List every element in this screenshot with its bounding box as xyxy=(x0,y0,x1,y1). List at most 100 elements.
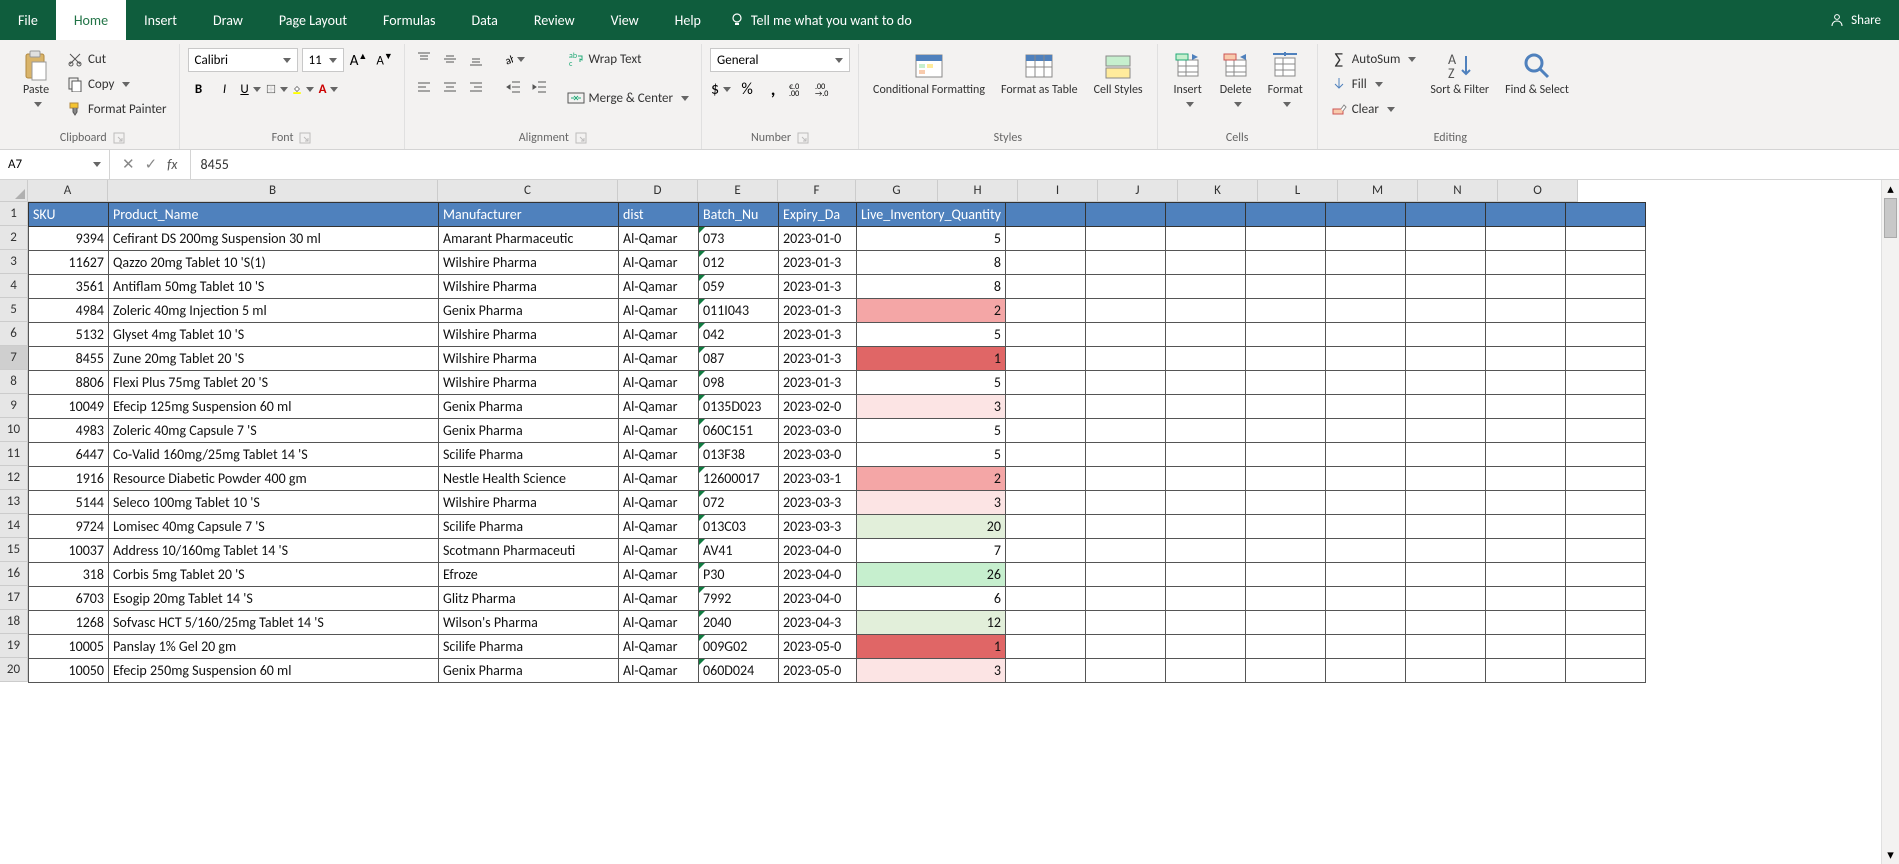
decrease-decimal-button[interactable]: .00→.0 xyxy=(814,78,836,100)
cell[interactable] xyxy=(1005,275,1085,299)
cell[interactable] xyxy=(1325,323,1405,347)
cell[interactable] xyxy=(1405,659,1485,683)
cell[interactable] xyxy=(1085,251,1165,275)
increase-indent-button[interactable] xyxy=(529,76,551,98)
spreadsheet-grid[interactable]: ABCDEFGHIJKLMNO 123456789101112131415161… xyxy=(0,180,1899,864)
bold-button[interactable]: B xyxy=(188,78,210,100)
cell[interactable] xyxy=(1005,659,1085,683)
column-header[interactable]: F xyxy=(778,180,856,202)
cell[interactable]: 26 xyxy=(857,563,1006,587)
cell-styles-button[interactable]: Cell Styles xyxy=(1088,48,1149,100)
currency-button[interactable]: $ xyxy=(710,78,732,100)
increase-font-button[interactable]: A▲ xyxy=(348,49,370,71)
cell[interactable] xyxy=(1165,587,1245,611)
fill-color-button[interactable] xyxy=(292,78,314,100)
cell[interactable] xyxy=(1245,347,1325,371)
cell[interactable]: 1268 xyxy=(29,611,109,635)
cell[interactable]: Wilshire Pharma xyxy=(439,491,619,515)
cell[interactable] xyxy=(1085,587,1165,611)
cell[interactable]: Wilshire Pharma xyxy=(439,323,619,347)
row-header[interactable]: 12 xyxy=(0,466,28,490)
cell[interactable]: 1 xyxy=(857,347,1006,371)
row-header[interactable]: 16 xyxy=(0,562,28,586)
cell[interactable]: Zune 20mg Tablet 20 'S xyxy=(109,347,439,371)
cell[interactable] xyxy=(1245,491,1325,515)
cell[interactable] xyxy=(1085,347,1165,371)
cell[interactable] xyxy=(1085,443,1165,467)
cell[interactable] xyxy=(1565,443,1645,467)
cell[interactable]: 8 xyxy=(857,251,1006,275)
cell[interactable] xyxy=(1565,563,1645,587)
cell[interactable]: 2023-02-0 xyxy=(779,395,857,419)
cell[interactable]: Al-Qamar xyxy=(619,419,699,443)
cell[interactable]: Al-Qamar xyxy=(619,395,699,419)
cell[interactable]: Wilshire Pharma xyxy=(439,275,619,299)
cell[interactable]: Cefirant DS 200mg Suspension 30 ml xyxy=(109,227,439,251)
cell[interactable] xyxy=(1565,395,1645,419)
align-bottom-button[interactable] xyxy=(465,48,487,70)
align-left-button[interactable] xyxy=(413,76,435,98)
cell[interactable] xyxy=(1245,323,1325,347)
cell[interactable] xyxy=(1165,275,1245,299)
cell[interactable]: 5132 xyxy=(29,323,109,347)
cell[interactable] xyxy=(1485,563,1565,587)
cell[interactable]: 2 xyxy=(857,299,1006,323)
cell[interactable]: Scilife Pharma xyxy=(439,443,619,467)
cell[interactable] xyxy=(1005,299,1085,323)
cell[interactable]: 7 xyxy=(857,539,1006,563)
cell[interactable] xyxy=(1085,323,1165,347)
cell[interactable]: 0135D023 xyxy=(699,395,779,419)
cell[interactable] xyxy=(1485,395,1565,419)
cell[interactable] xyxy=(1005,251,1085,275)
cell[interactable]: 073 xyxy=(699,227,779,251)
cell[interactable] xyxy=(1165,491,1245,515)
cell[interactable]: 10049 xyxy=(29,395,109,419)
cell[interactable]: 2 xyxy=(857,467,1006,491)
column-header[interactable]: B xyxy=(108,180,438,202)
cell[interactable] xyxy=(1405,347,1485,371)
cell[interactable]: Al-Qamar xyxy=(619,227,699,251)
cell[interactable] xyxy=(1565,611,1645,635)
cell[interactable]: 10037 xyxy=(29,539,109,563)
cell[interactable] xyxy=(1165,371,1245,395)
cell[interactable] xyxy=(1565,539,1645,563)
underline-button[interactable]: U xyxy=(240,78,262,100)
cell[interactable]: 013C03 xyxy=(699,515,779,539)
cell[interactable]: 2023-01-0 xyxy=(779,227,857,251)
cell[interactable]: 2023-01-3 xyxy=(779,347,857,371)
cell[interactable]: 059 xyxy=(699,275,779,299)
header-cell[interactable]: Live_Inventory_Quantity xyxy=(857,203,1006,227)
cell[interactable]: 4984 xyxy=(29,299,109,323)
cell[interactable]: Al-Qamar xyxy=(619,659,699,683)
header-cell[interactable] xyxy=(1325,203,1405,227)
cell[interactable]: Panslay 1% Gel 20 gm xyxy=(109,635,439,659)
cell[interactable] xyxy=(1245,539,1325,563)
cell[interactable] xyxy=(1005,515,1085,539)
cell[interactable]: 6447 xyxy=(29,443,109,467)
cell[interactable] xyxy=(1565,515,1645,539)
cell[interactable]: 10005 xyxy=(29,635,109,659)
cell[interactable]: 3561 xyxy=(29,275,109,299)
column-header[interactable]: E xyxy=(698,180,778,202)
cell[interactable]: 9724 xyxy=(29,515,109,539)
cell[interactable] xyxy=(1325,587,1405,611)
cell[interactable] xyxy=(1485,635,1565,659)
cell[interactable] xyxy=(1165,347,1245,371)
scroll-thumb[interactable] xyxy=(1884,198,1897,238)
cell[interactable] xyxy=(1245,371,1325,395)
cell[interactable] xyxy=(1325,227,1405,251)
cell[interactable] xyxy=(1085,227,1165,251)
cell[interactable] xyxy=(1565,587,1645,611)
cell[interactable] xyxy=(1565,371,1645,395)
cell[interactable] xyxy=(1485,539,1565,563)
cell[interactable]: 013F38 xyxy=(699,443,779,467)
row-header[interactable]: 4 xyxy=(0,274,28,298)
header-cell[interactable]: Product_Name xyxy=(109,203,439,227)
cell[interactable] xyxy=(1485,467,1565,491)
cell[interactable] xyxy=(1165,635,1245,659)
dialog-launcher-icon[interactable] xyxy=(797,132,809,144)
cell[interactable] xyxy=(1485,275,1565,299)
cell[interactable] xyxy=(1245,275,1325,299)
cell[interactable] xyxy=(1245,227,1325,251)
cell[interactable] xyxy=(1565,347,1645,371)
